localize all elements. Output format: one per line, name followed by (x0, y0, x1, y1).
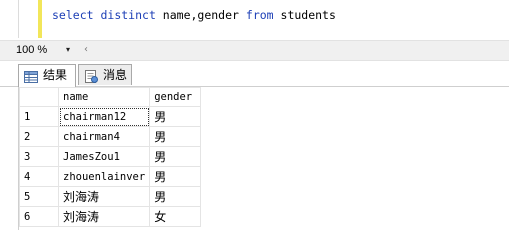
table-row[interactable]: 2 chairman4 男 (19, 126, 202, 147)
cell-gender[interactable]: 男 (149, 106, 202, 127)
zoom-value: 100 % (16, 44, 48, 56)
sql-text: name,gender (155, 8, 246, 22)
row-number[interactable]: 5 (19, 186, 59, 207)
row-number-header[interactable] (19, 87, 59, 107)
cell-gender[interactable]: 男 (149, 166, 202, 187)
change-indicator-bar (38, 0, 42, 38)
cell-name[interactable]: JamesZou1 (57, 146, 151, 167)
results-tab-strip: 结果 消息 (0, 62, 509, 87)
row-number[interactable]: 6 (19, 206, 59, 227)
results-grid[interactable]: name gender 1 chairman12 男 2 chairman4 男… (18, 87, 509, 230)
tab-results-label: 结果 (43, 68, 68, 82)
cell-gender[interactable]: 男 (149, 186, 202, 207)
table-row[interactable]: 1 chairman12 男 (19, 106, 202, 127)
tab-messages[interactable]: 消息 (78, 64, 132, 85)
scroll-left-arrow-icon[interactable]: ‹ (80, 42, 92, 58)
table-row[interactable]: 4 zhouenlainver 男 (19, 166, 202, 187)
cell-name[interactable]: chairman12 (57, 106, 151, 127)
cell-gender[interactable]: 女 (149, 206, 202, 227)
sql-keyword-select: select (52, 8, 94, 22)
sql-keyword-distinct: distinct (100, 8, 156, 22)
cell-gender[interactable]: 男 (149, 146, 202, 167)
table-row[interactable]: 3 JamesZou1 男 (19, 146, 202, 167)
column-header-gender[interactable]: gender (149, 87, 202, 107)
cell-name[interactable]: 刘海涛 (57, 206, 151, 227)
grid-icon (24, 69, 38, 89)
cell-name[interactable]: zhouenlainver (57, 166, 151, 187)
sql-keyword-from: from (245, 8, 274, 22)
row-number[interactable]: 1 (19, 106, 59, 127)
cell-name[interactable]: 刘海涛 (57, 186, 151, 207)
header-row: name gender (19, 87, 202, 107)
zoom-bar: 100 % ▾ ‹ (0, 40, 509, 61)
row-number[interactable]: 3 (19, 146, 59, 167)
cell-name[interactable]: chairman4 (57, 126, 151, 147)
results-table: name gender 1 chairman12 男 2 chairman4 男… (19, 87, 202, 227)
message-document-icon (84, 69, 98, 89)
row-number[interactable]: 4 (19, 166, 59, 187)
sql-code-line[interactable]: select distinct name,gender from student… (52, 8, 336, 22)
cell-gender[interactable]: 男 (149, 126, 202, 147)
tab-messages-label: 消息 (103, 68, 128, 82)
row-number[interactable]: 2 (19, 126, 59, 147)
zoom-dropdown[interactable]: 100 % ▾ (2, 42, 76, 58)
dropdown-arrow-icon[interactable]: ▾ (66, 42, 70, 58)
tab-results[interactable]: 结果 (18, 64, 76, 87)
column-header-name[interactable]: name (57, 87, 151, 107)
ssms-query-window: select distinct name,gender from student… (0, 0, 509, 230)
table-row[interactable]: 5 刘海涛 男 (19, 186, 202, 207)
sql-text: students (273, 8, 336, 22)
table-row[interactable]: 6 刘海涛 女 (19, 206, 202, 227)
editor-gutter (18, 0, 19, 38)
sql-editor[interactable]: select distinct name,gender from student… (0, 0, 509, 38)
